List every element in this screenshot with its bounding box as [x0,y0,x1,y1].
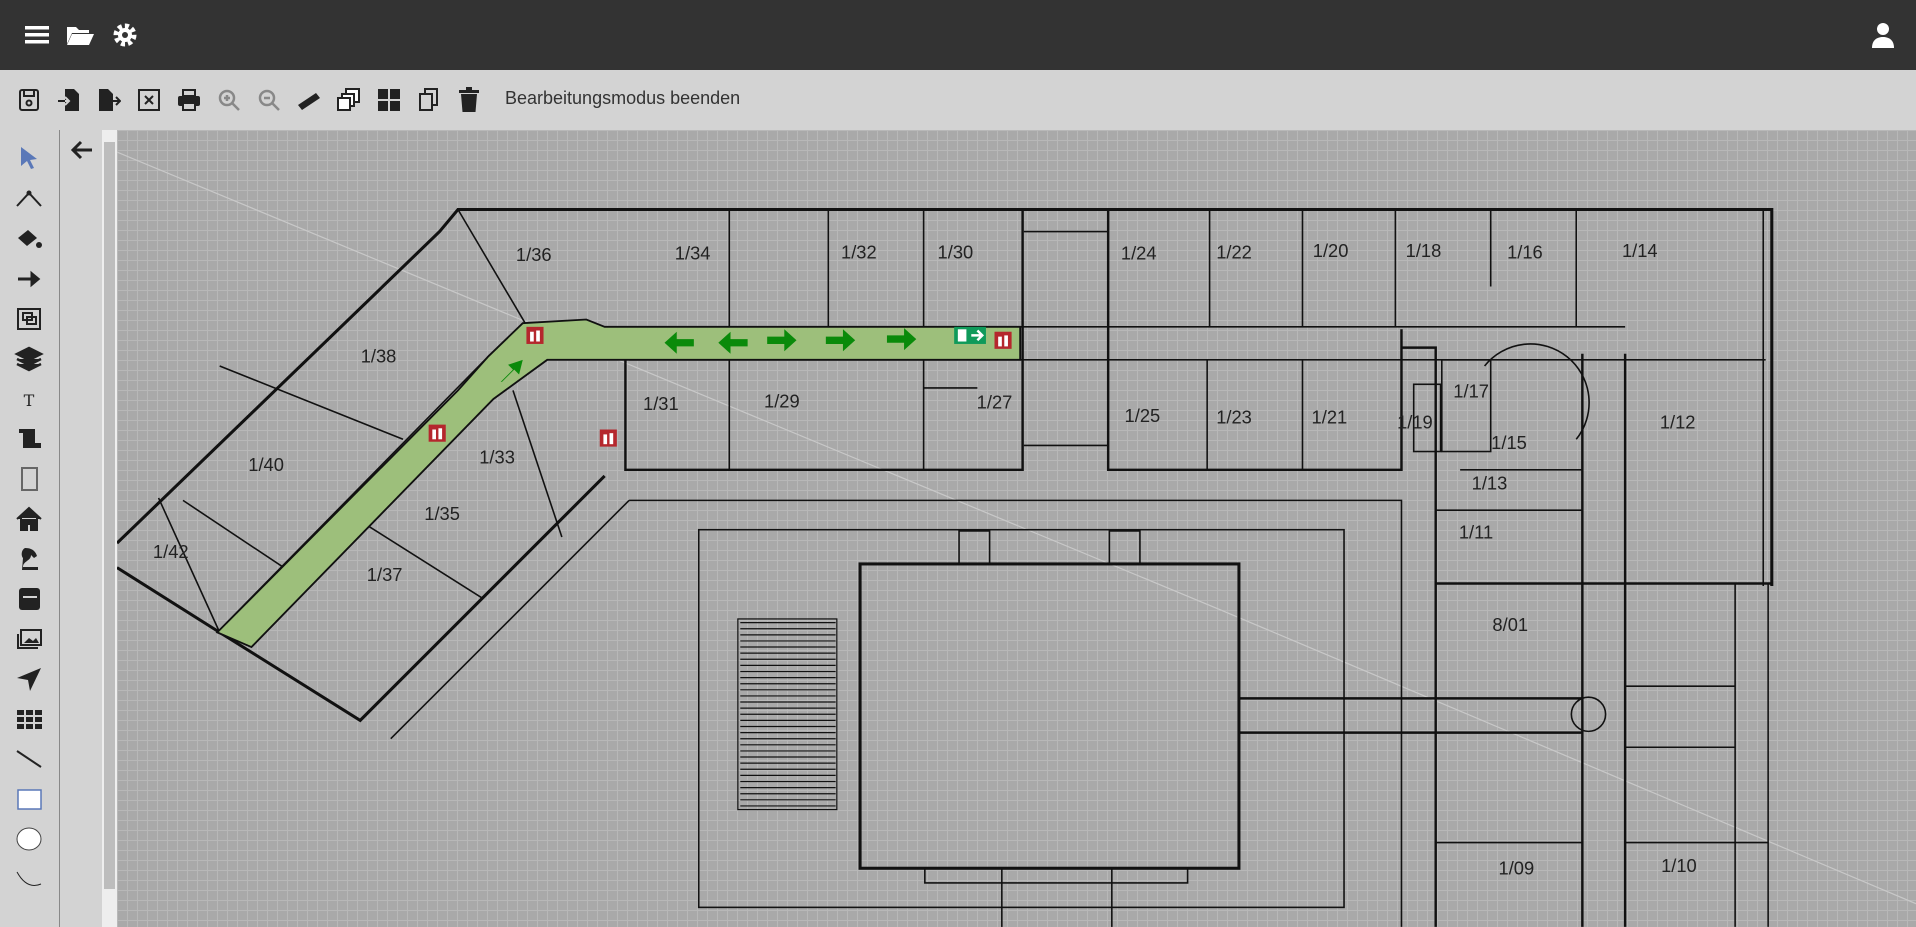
floor-plan: 1/36 1/34 1/32 1/30 1/24 1/22 1/20 1/18 1/16 1/14… [117,151,1916,927]
escape-route [215,318,1022,649]
circle-icon[interactable] [14,824,44,854]
svg-text:T: T [24,391,35,410]
folder-open-icon[interactable] [65,20,95,50]
gear-icon[interactable] [110,20,140,50]
group-icon[interactable] [14,304,44,334]
side-panel [60,130,102,927]
room-label: 1/25 [1125,405,1161,426]
line-icon[interactable] [14,744,44,774]
menu-icon[interactable] [22,20,52,50]
room-label: 1/15 [1491,432,1527,453]
room-label: 1/20 [1313,240,1349,261]
export-icon[interactable] [94,85,124,115]
scrollbar-thumb[interactable] [104,142,115,889]
fire-extinguisher-sign [994,331,1012,349]
exit-edit-mode-button[interactable]: Bearbeitungsmodus beenden [505,88,740,109]
room-label: 1/42 [153,541,189,562]
room-label: 1/18 [1406,240,1442,261]
arrow-icon[interactable] [14,264,44,294]
toolbar [0,70,1916,130]
emergency-exit-sign [954,326,986,344]
room-label: 1/35 [424,503,460,524]
text-icon[interactable]: T [14,384,44,414]
home-icon[interactable] [14,504,44,534]
images-icon[interactable] [14,624,44,654]
rectangle-outline-icon[interactable] [14,464,44,494]
rectangle-icon[interactable] [14,784,44,814]
print-icon[interactable] [174,85,204,115]
room-label: 1/32 [841,241,877,262]
chess-knight-icon[interactable] [14,544,44,574]
room-label: 1/11 [1459,521,1493,542]
stairs [737,618,838,811]
room-label: 1/17 [1453,381,1489,402]
layers-icon[interactable] [14,344,44,374]
room-label: 1/14 [1622,240,1658,261]
clone-icon[interactable] [334,85,364,115]
room-label: 1/21 [1312,406,1348,427]
zoom-in-icon[interactable] [214,85,244,115]
room-label: 1/22 [1216,241,1252,262]
fire-extinguisher-sign [526,326,544,344]
fire-extinguisher-sign [599,429,617,447]
room-label: 1/09 [1499,857,1535,878]
tool-palette: T [0,130,60,927]
vertical-scrollbar[interactable] [102,130,117,927]
arc-icon[interactable] [14,864,44,894]
room-label: 1/19 [1397,411,1433,432]
room-label: 1/12 [1660,411,1696,432]
table-icon[interactable] [14,704,44,734]
room-label: 1/31 [643,393,679,414]
room-label: 1/40 [248,454,284,475]
room-label: 1/16 [1507,241,1543,262]
zoom-out-icon[interactable] [254,85,284,115]
copy-icon[interactable] [414,85,444,115]
fill-icon[interactable] [14,224,44,254]
location-arrow-icon[interactable] [14,664,44,694]
room-label: 1/23 [1216,406,1252,427]
room-label: 1/13 [1472,472,1508,493]
room-label: 1/36 [516,244,552,265]
floor-plan-canvas[interactable]: 1/36 1/34 1/32 1/30 1/24 1/22 1/20 1/18 1/16 1/14… [117,130,1916,927]
room-label: 1/37 [367,564,403,585]
close-file-icon[interactable] [134,85,164,115]
user-icon[interactable] [1868,20,1898,50]
import-icon[interactable] [54,85,84,115]
room-label: 8/01 [1492,614,1528,635]
scroll-icon[interactable] [14,424,44,454]
room-label: 1/34 [675,243,711,264]
pointer-icon[interactable] [14,144,44,174]
polyline-icon[interactable] [14,184,44,214]
fire-extinguisher-sign [428,424,446,442]
book-icon[interactable] [14,584,44,614]
room-label: 1/33 [479,447,515,468]
save-icon[interactable] [14,85,44,115]
top-bar [0,0,1916,70]
room-label: 1/29 [764,391,800,412]
room-label: 1/10 [1661,855,1697,876]
room-label: 1/24 [1121,243,1157,264]
ruler-icon[interactable] [294,85,324,115]
room-label: 1/30 [938,241,974,262]
room-label: 1/27 [977,392,1013,413]
grid-icon[interactable] [374,85,404,115]
arrow-left-icon[interactable] [68,136,96,164]
room-label: 1/38 [361,345,397,366]
trash-icon[interactable] [454,85,484,115]
